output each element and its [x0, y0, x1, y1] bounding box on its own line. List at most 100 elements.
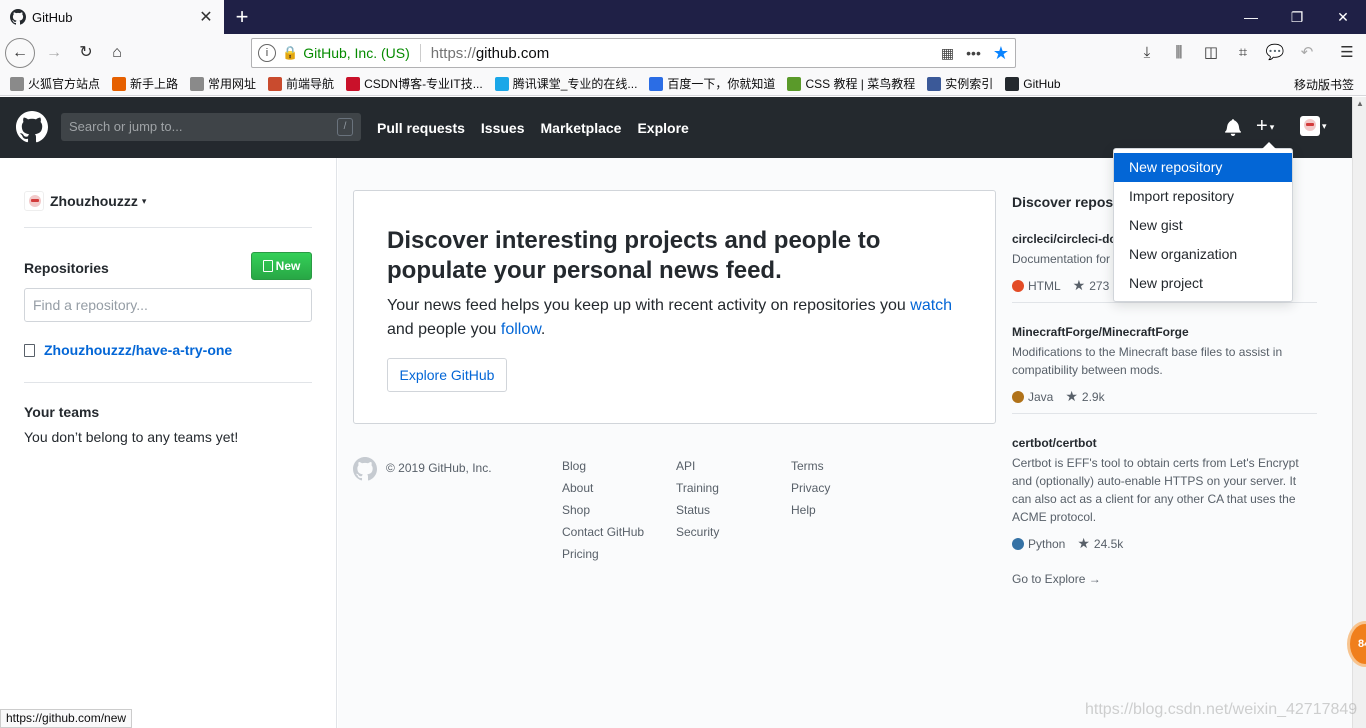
teams-empty-text: You don’t belong to any teams yet!: [24, 429, 239, 445]
qr-code-icon[interactable]: ▦: [941, 45, 954, 62]
download-icon[interactable]: ⤓: [1134, 40, 1160, 66]
home-icon[interactable]: ⌂: [103, 39, 131, 67]
forward-arrow-icon[interactable]: →: [40, 39, 68, 67]
nav-marketplace[interactable]: Marketplace: [541, 120, 622, 136]
bookmark-item[interactable]: 百度一下，你就知道: [649, 75, 775, 92]
discover-repo-stars[interactable]: 24.5k: [1077, 535, 1123, 552]
undo-icon[interactable]: ↶: [1294, 40, 1320, 66]
language-color-dot: [1012, 537, 1024, 550]
menu-item-new-gist[interactable]: New gist: [1114, 211, 1292, 240]
mobile-bookmarks-button[interactable]: 移动版书签: [1294, 76, 1354, 93]
context-switcher[interactable]: Zhouzhouzzz ▾: [24, 191, 146, 211]
watch-link[interactable]: watch: [910, 297, 952, 314]
browser-tab-github[interactable]: GitHub ✕: [0, 0, 224, 34]
divider: [1012, 302, 1317, 303]
site-info-icon[interactable]: i: [258, 44, 276, 62]
page-actions-icon[interactable]: •••: [966, 45, 981, 61]
discover-repo-language: HTML: [1028, 278, 1061, 293]
watermark-text: https://blog.csdn.net/weixin_42717849: [1085, 701, 1358, 718]
footer-link-help[interactable]: Help: [791, 503, 830, 525]
window-minimize-icon[interactable]: —: [1228, 0, 1274, 34]
language-color-dot: [1012, 279, 1024, 292]
create-new-dropdown-button[interactable]: + ▾: [1256, 114, 1274, 139]
lock-icon[interactable]: 🔒: [282, 45, 298, 61]
footer-link-api[interactable]: API: [676, 459, 719, 481]
repo-name: Zhouzhouzzz/have-a-try-one: [44, 342, 233, 358]
url-actions: ▦ ••• ★: [941, 43, 1009, 64]
new-repository-button[interactable]: New: [251, 252, 312, 280]
nav-pull-requests[interactable]: Pull requests: [377, 120, 465, 136]
menu-item-import-repository[interactable]: Import repository: [1114, 182, 1292, 211]
url-text[interactable]: https://github.com: [431, 45, 941, 62]
bookmark-item[interactable]: CSDN博客-专业IT技...: [346, 75, 483, 92]
footer-link-status[interactable]: Status: [676, 503, 719, 525]
discover-repo-language: Java: [1028, 389, 1054, 404]
menu-hamburger-icon[interactable]: ☰: [1334, 40, 1360, 66]
github-search-input[interactable]: Search or jump to... /: [61, 113, 361, 141]
discover-repo-stars[interactable]: 273: [1073, 277, 1109, 294]
caret-down-icon: ▾: [1322, 120, 1327, 131]
url-bar[interactable]: i 🔒 GitHub, Inc. (US) https://github.com…: [251, 38, 1016, 68]
find-repository-input[interactable]: [24, 288, 312, 322]
link-status-url: https://github.com/new: [0, 709, 133, 728]
bookmark-star-icon[interactable]: ★: [993, 43, 1009, 64]
discover-repo-name[interactable]: certbot/certbot: [1012, 436, 1317, 450]
footer-link-privacy[interactable]: Privacy: [791, 481, 830, 503]
footer-column-1: Blog About Shop Contact GitHub Pricing: [562, 459, 644, 569]
user-menu-button[interactable]: ▾: [1300, 116, 1327, 136]
site-footer: © 2019 GitHub, Inc. Blog About Shop Cont…: [353, 455, 996, 575]
bookmark-item[interactable]: 前端导航: [268, 75, 334, 92]
bookmark-label: 百度一下，你就知道: [667, 77, 776, 91]
go-to-explore-link[interactable]: Go to Explore →: [1012, 572, 1101, 586]
discover-repo-stars[interactable]: 2.9k: [1065, 388, 1105, 405]
back-arrow-icon[interactable]: ←: [5, 38, 35, 68]
discover-repo-desc: Modifications to the Minecraft base file…: [1012, 345, 1283, 377]
bookmark-item[interactable]: 腾讯课堂_专业的在线...: [494, 75, 638, 92]
footer-link-terms[interactable]: Terms: [791, 459, 830, 481]
repo-list-item[interactable]: Zhouzhouzzz/have-a-try-one: [24, 342, 232, 358]
footer-link-security[interactable]: Security: [676, 525, 719, 547]
tab-close-icon[interactable]: ✕: [198, 7, 214, 27]
reload-icon[interactable]: ↻: [72, 39, 100, 67]
nav-explore[interactable]: Explore: [637, 120, 688, 136]
footer-link-blog[interactable]: Blog: [562, 459, 644, 481]
bookmark-item[interactable]: 火狐官方站点: [10, 75, 100, 92]
footer-link-pricing[interactable]: Pricing: [562, 547, 644, 569]
footer-link-contact[interactable]: Contact GitHub: [562, 525, 644, 547]
notification-bell-icon[interactable]: [1224, 118, 1242, 136]
footer-link-shop[interactable]: Shop: [562, 503, 644, 525]
menu-item-new-project[interactable]: New project: [1114, 269, 1292, 298]
bookmark-label: 前端导航: [286, 77, 335, 91]
window-close-icon[interactable]: ✕: [1320, 0, 1366, 34]
menu-item-new-repository[interactable]: New repository: [1114, 153, 1292, 182]
footer-link-about[interactable]: About: [562, 481, 644, 503]
screenshot-icon[interactable]: ⌗: [1230, 40, 1256, 66]
explore-github-button[interactable]: Explore GitHub: [387, 358, 507, 392]
sidebar-icon[interactable]: ◫: [1198, 40, 1224, 66]
bookmark-item[interactable]: CSS 教程 | 菜鸟教程: [787, 75, 915, 92]
nav-issues[interactable]: Issues: [481, 120, 525, 136]
new-tab-button[interactable]: +: [230, 2, 254, 32]
chat-icon[interactable]: 💬: [1262, 40, 1288, 66]
follow-link[interactable]: follow: [501, 321, 541, 338]
bookmark-favicon-icon: [649, 76, 664, 91]
bookmark-favicon-icon: [494, 76, 509, 91]
bookmark-favicon-icon: [10, 76, 24, 91]
url-host: github.com: [475, 44, 550, 62]
discover-repo-name[interactable]: MinecraftForge/MinecraftForge: [1012, 325, 1317, 339]
bookmark-item[interactable]: 常用网址: [190, 75, 256, 92]
bookmark-item[interactable]: GitHub: [1005, 76, 1061, 91]
site-identity[interactable]: GitHub, Inc. (US): [303, 45, 410, 61]
github-logo-icon[interactable]: [16, 111, 48, 143]
copyright-text: © 2019 GitHub, Inc.: [386, 461, 492, 475]
menu-item-new-organization[interactable]: New organization: [1114, 240, 1292, 269]
footer-link-training[interactable]: Training: [676, 481, 719, 503]
library-icon[interactable]: ⫼: [1166, 40, 1192, 66]
bookmark-label: 腾讯课堂_专业的在线...: [512, 77, 638, 91]
bookmark-item[interactable]: 实例索引: [927, 75, 993, 92]
window-restore-icon[interactable]: ❐: [1274, 0, 1320, 34]
browser-nav-bar: ← → ↻ ⌂ i 🔒 GitHub, Inc. (US) https://gi…: [0, 34, 1366, 72]
bookmark-item[interactable]: 新手上路: [112, 75, 178, 92]
scroll-up-arrow-icon[interactable]: ▲: [1353, 97, 1366, 111]
bookmark-favicon-icon: [1005, 76, 1020, 91]
